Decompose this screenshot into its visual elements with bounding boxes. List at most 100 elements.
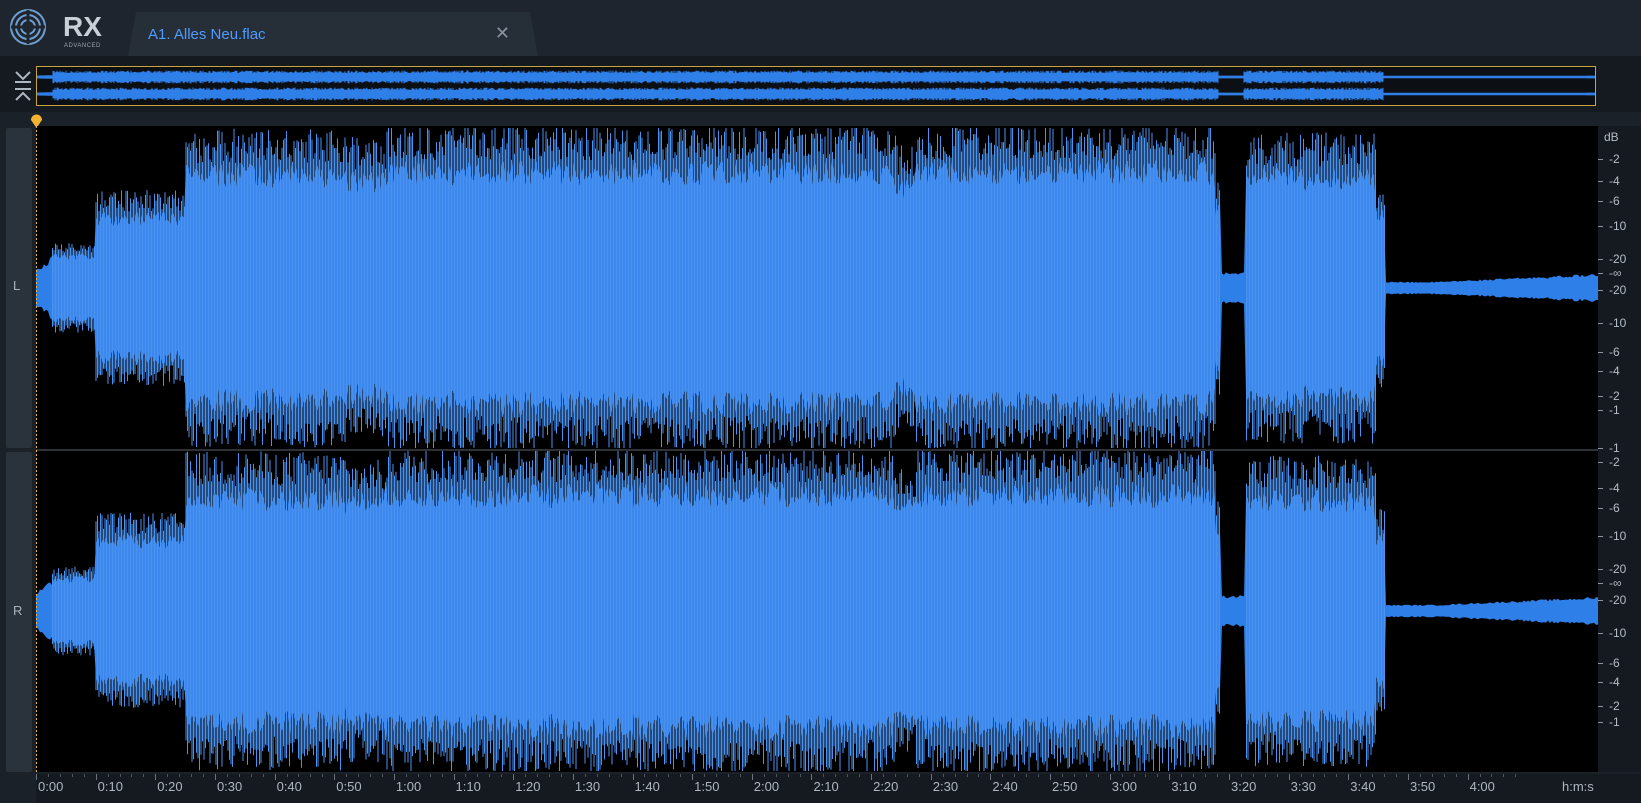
db-tick-label: -10 [1609,219,1627,233]
time-minor-tick [668,774,670,777]
time-minor-tick [1085,774,1087,777]
waveform-graphic [36,126,1598,772]
time-minor-tick [71,774,73,777]
time-minor-tick [1002,774,1004,777]
db-tick-mark [1598,508,1603,509]
time-tick-mark [1050,774,1052,780]
time-tick-mark [513,774,515,780]
time-tick-mark [632,774,634,780]
db-tick-mark [1598,323,1603,324]
overview-channel [36,87,1596,101]
db-tick-mark [1598,371,1603,372]
time-minor-tick [584,774,586,777]
time-minor-tick [179,774,181,777]
time-minor-tick [918,774,920,777]
time-minor-tick [1443,774,1445,777]
time-tick-label: 1:30 [574,779,601,794]
time-minor-tick [656,774,658,777]
time-tick-label: 2:10 [813,779,839,794]
db-tick-label: -2 [1609,699,1620,713]
db-tick-mark [1598,633,1603,634]
time-tick-mark [811,774,813,780]
db-tick-label: -1 [1609,403,1620,417]
time-minor-tick [620,774,622,777]
time-tick-mark [1467,774,1469,780]
time-minor-tick [1133,774,1135,777]
waveform-display[interactable] [36,126,1598,772]
time-tick-label: 1:10 [455,779,481,794]
db-tick-label: -20 [1609,252,1627,266]
db-tick-mark [1598,448,1603,449]
time-tick-label: 2:40 [992,779,1018,794]
time-minor-tick [1217,774,1219,777]
title-bar: RX ADVANCED A1. Alles Neu.flac ✕ [0,0,1641,56]
time-minor-tick [704,774,706,777]
timeline-ruler[interactable]: h:m:s 0:00 0:10 0:20 0:30 0:40 0:50 1:00 1:10 1:… [36,774,1641,803]
db-tick-mark [1598,159,1603,160]
time-minor-tick [131,774,133,777]
time-minor-tick [560,774,562,777]
time-tick-label: 3:50 [1409,779,1436,794]
time-tick-mark [1348,774,1350,780]
time-minor-tick [596,774,598,777]
db-tick-mark [1598,488,1603,489]
time-minor-tick [1121,774,1123,777]
time-minor-tick [1014,774,1016,777]
time-tick-label: 0:40 [276,779,302,794]
db-tick-label: -10 [1609,626,1627,640]
db-tick-label: -6 [1609,501,1620,515]
time-minor-tick [644,774,646,777]
rx-logo: RX ADVANCED [8,8,102,49]
overview-channel [36,70,1596,84]
collapse-icon[interactable] [6,68,40,104]
db-tick-label: -∞ [1609,576,1622,590]
overview-waveform[interactable] [36,66,1596,106]
time-tick-mark [990,774,992,780]
time-minor-tick [59,774,61,777]
time-minor-tick [203,774,205,777]
time-minor-tick [370,774,372,777]
db-tick-mark [1598,583,1603,584]
time-minor-tick [894,774,896,777]
time-tick-mark [393,774,395,780]
time-minor-tick [1372,774,1374,777]
time-tick-label: 0:00 [38,779,64,794]
db-tick-label: -10 [1609,316,1627,330]
channel-label-right: R [13,603,23,618]
db-ruler: dB -2 -4 -6 -10 -20 -∞ -20 -10 -6 -4 -2 -1 -1 -2 -4 -6-… [1598,126,1641,772]
time-tick-label: 2:50 [1052,779,1078,794]
time-minor-tick [1503,774,1505,777]
time-tick-mark [214,774,216,780]
time-minor-tick [1276,774,1278,777]
db-tick-label: -20 [1609,593,1627,607]
time-minor-tick [835,774,837,777]
time-minor-tick [238,774,240,777]
db-tick-mark [1598,682,1603,683]
time-minor-tick [262,774,264,777]
time-minor-tick [1181,774,1183,777]
time-minor-tick [1026,774,1028,777]
db-tick-mark [1598,396,1603,397]
waveform-peaks [52,451,1385,771]
db-tick-label: -2 [1609,389,1620,403]
time-minor-tick [1312,774,1314,777]
time-minor-tick [429,774,431,777]
time-tick-label: 1:50 [694,779,720,794]
file-tab[interactable]: A1. Alles Neu.flac ✕ [128,12,538,56]
time-minor-tick [417,774,419,777]
close-icon[interactable]: ✕ [495,23,510,44]
db-tick-label: -4 [1609,174,1620,188]
time-minor-tick [1300,774,1302,777]
time-minor-tick [1419,774,1421,777]
time-minor-tick [83,774,85,777]
db-tick-mark [1598,663,1603,664]
time-minor-tick [1479,774,1481,777]
time-minor-tick [286,774,288,777]
time-minor-tick [107,774,109,777]
time-minor-tick [1455,774,1457,777]
time-minor-tick [942,774,944,777]
time-minor-tick [465,774,467,777]
time-minor-tick [978,774,980,777]
db-tick-mark [1598,722,1603,723]
time-minor-tick [1384,774,1386,777]
